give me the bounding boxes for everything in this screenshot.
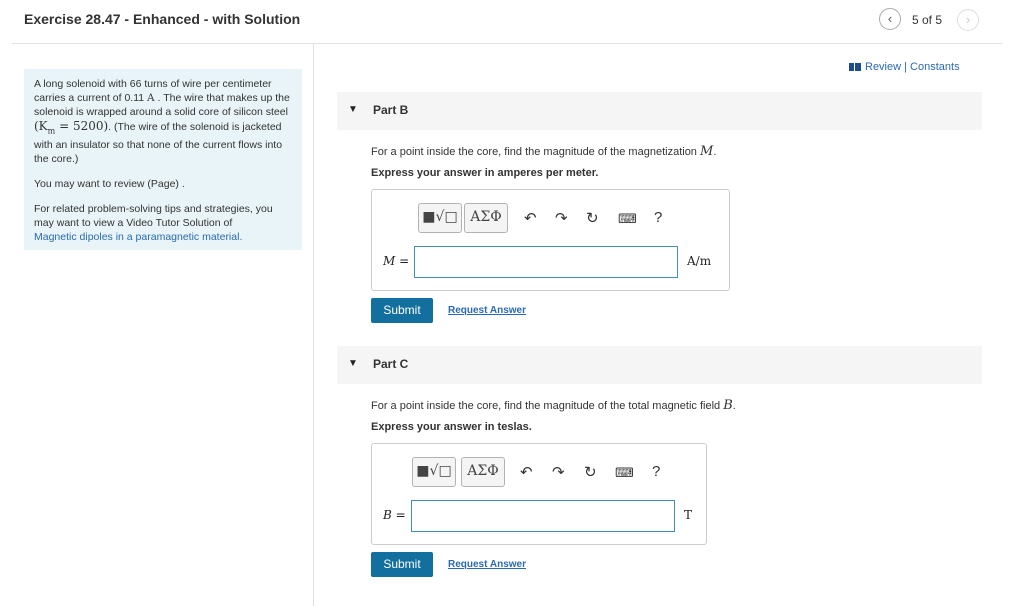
redo-icon[interactable]: ↷ [555, 209, 568, 227]
reset-icon[interactable]: ↻ [584, 463, 597, 481]
tips-text: For related problem-solving tips and str… [34, 203, 273, 244]
problem-text: A long solenoid with 66 turns of wire pe… [34, 78, 290, 166]
request-answer-link[interactable]: Request Answer [448, 559, 526, 570]
answer-input[interactable] [411, 500, 675, 532]
unit-label: A/m [687, 254, 712, 268]
part-c-question: For a point inside the core, find the ma… [371, 398, 736, 413]
part-b-question: For a point inside the core, find the ma… [371, 144, 717, 159]
greek-symbols-button[interactable]: ΑΣΦ [464, 203, 508, 233]
part-c-answer-box: ■√□ ΑΣΦ ↶ ↷ ↻ ⌨ ? B = T [371, 443, 707, 545]
greek-symbols-button[interactable]: ΑΣΦ [461, 457, 505, 487]
next-button[interactable]: › [957, 9, 979, 31]
keyboard-icon[interactable]: ⌨ [615, 465, 634, 481]
templates-button[interactable]: ■√□ [418, 203, 462, 233]
answer-label: M = [383, 254, 410, 268]
answer-label: B = [383, 508, 406, 522]
redo-icon[interactable]: ↷ [552, 463, 565, 481]
review-constants-link[interactable]: Review | Constants [849, 61, 960, 73]
submit-button[interactable]: Submit [371, 298, 433, 323]
video-tutor-link[interactable]: Magnetic dipoles in a paramagnetic mater… [34, 231, 242, 243]
answer-input[interactable] [414, 246, 678, 278]
previous-button[interactable]: ‹ [879, 8, 901, 30]
part-b-header[interactable]: ▼ Part B [337, 92, 982, 130]
part-b-answer-box: ■√□ ΑΣΦ ↶ ↷ ↻ ⌨ ? M = A/m [371, 189, 730, 291]
request-answer-link[interactable]: Request Answer [448, 305, 526, 316]
help-icon[interactable]: ? [654, 209, 662, 226]
help-icon[interactable]: ? [652, 463, 660, 480]
column-divider [313, 44, 314, 606]
page-title: Exercise 28.47 - Enhanced - with Solutio… [24, 11, 301, 27]
submit-button[interactable]: Submit [371, 552, 433, 577]
collapse-triangle-icon: ▼ [348, 104, 358, 115]
part-c-header[interactable]: ▼ Part C [337, 346, 982, 384]
problem-statement: A long solenoid with 66 turns of wire pe… [24, 69, 302, 250]
undo-icon[interactable]: ↶ [520, 463, 533, 481]
book-icon [849, 63, 861, 71]
header-divider [12, 43, 1003, 44]
chevron-right-icon: › [965, 12, 971, 27]
chevron-left-icon: ‹ [887, 11, 893, 26]
reset-icon[interactable]: ↻ [586, 209, 599, 227]
review-text: You may want to review (Page) . [34, 178, 185, 191]
part-b-instruction: Express your answer in amperes per meter… [371, 167, 599, 179]
templates-button[interactable]: ■√□ [412, 457, 456, 487]
undo-icon[interactable]: ↶ [524, 209, 537, 227]
keyboard-icon[interactable]: ⌨ [618, 211, 637, 227]
part-c-instruction: Express your answer in teslas. [371, 421, 532, 433]
unit-label: T [684, 508, 693, 522]
collapse-triangle-icon: ▼ [348, 358, 358, 369]
page-counter: 5 of 5 [912, 13, 943, 27]
